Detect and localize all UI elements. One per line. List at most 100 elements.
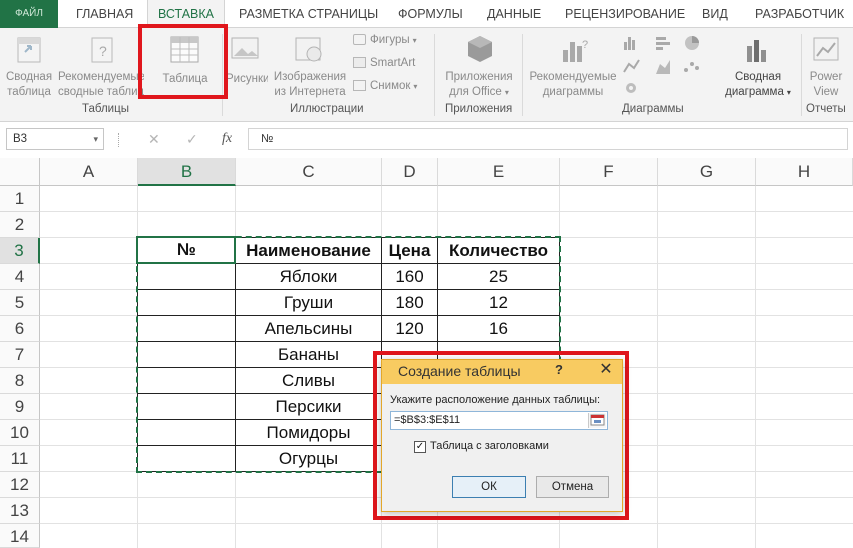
shapes-icon <box>353 34 366 46</box>
pictures-button[interactable]: Рисунки <box>226 32 268 102</box>
pivot-chart-icon <box>747 40 766 62</box>
column-header-b[interactable]: B <box>138 158 236 186</box>
row-header-1[interactable]: 1 <box>0 186 40 212</box>
dialog-prompt: Укажите расположение данных таблицы: <box>390 394 601 406</box>
column-header-e[interactable]: E <box>438 158 560 186</box>
row-header-3[interactable]: 3 <box>0 238 40 264</box>
close-icon[interactable]: ✕ <box>592 360 620 382</box>
tab-file[interactable]: ФАЙЛ <box>0 0 58 28</box>
cancel-button[interactable]: Отмена <box>536 476 609 498</box>
tab-review[interactable]: РЕЦЕНЗИРОВАНИЕ <box>565 0 685 28</box>
row-header-2[interactable]: 2 <box>0 212 40 238</box>
pictures-label: Рисунки <box>226 73 268 85</box>
group-label-apps: Приложения <box>445 103 513 115</box>
formula-bar: B3 ▾ ✕ ✓ fx № <box>0 125 853 155</box>
row-header-8[interactable]: 8 <box>0 368 40 394</box>
range-input[interactable]: =$B$3:$E$11 <box>390 411 608 430</box>
tab-home[interactable]: ГЛАВНАЯ <box>76 0 133 28</box>
column-header-d[interactable]: D <box>382 158 438 186</box>
row-header-13[interactable]: 13 <box>0 498 40 524</box>
line-chart-icon <box>623 59 640 73</box>
power-view-icon <box>813 37 839 61</box>
dialog-title: Создание таблицы <box>398 363 521 379</box>
column-header-g[interactable]: G <box>658 158 756 186</box>
column-header-f[interactable]: F <box>560 158 658 186</box>
row-header-4[interactable]: 4 <box>0 264 40 290</box>
name-box[interactable]: B3 ▾ <box>6 128 104 150</box>
column-chart-icon <box>624 37 635 50</box>
collapse-dialog-icon[interactable] <box>588 413 606 428</box>
screenshot-button[interactable]: Снимок ▾ <box>353 80 417 92</box>
ok-button[interactable]: ОК <box>452 476 526 498</box>
group-label-reports: Отчеты <box>806 103 846 115</box>
insert-function-icon[interactable]: fx <box>222 131 232 147</box>
scatter-chart-icon <box>684 62 699 72</box>
recommended-pivot-label: Рекомендуемые сводные таблицы <box>58 71 144 98</box>
shapes-button[interactable]: Фигуры ▾ <box>353 34 417 46</box>
row-header-11[interactable]: 11 <box>0 446 40 472</box>
row-header-6[interactable]: 6 <box>0 316 40 342</box>
enter-entry-icon[interactable]: ✓ <box>186 131 198 148</box>
table-button-highlight <box>138 24 228 99</box>
select-all-corner[interactable] <box>0 158 40 186</box>
picture-icon <box>231 37 259 59</box>
group-label-charts: Диаграммы <box>622 103 684 115</box>
ribbon-insert-panel: Сводная таблица ? Рекомендуемые сводные та… <box>0 28 853 122</box>
row-header-14[interactable]: 14 <box>0 524 40 548</box>
tab-formulas[interactable]: ФОРМУЛЫ <box>398 0 463 28</box>
other-chart-icon <box>626 83 636 93</box>
row-header-5[interactable]: 5 <box>0 290 40 316</box>
cancel-entry-icon[interactable]: ✕ <box>148 131 160 148</box>
has-headers-label: Таблица с заголовками <box>430 440 549 452</box>
power-view-label: Power View <box>809 71 843 98</box>
ribbon-tab-bar: ФАЙЛ ГЛАВНАЯ ВСТАВКА РАЗМЕТКА СТРАНИЦЫ Ф… <box>0 0 853 29</box>
online-pictures-button[interactable]: Изображения из Интернета <box>270 32 350 102</box>
area-chart-icon <box>656 60 670 74</box>
online-pictures-label: Изображения из Интернета <box>273 71 347 98</box>
gridline <box>40 523 853 524</box>
dialog-title-bar[interactable]: Создание таблицы ? ✕ <box>382 360 622 384</box>
active-cell <box>136 236 236 264</box>
apps-store-icon <box>468 36 492 62</box>
tab-view[interactable]: ВИД <box>702 0 728 28</box>
recommended-charts-button[interactable]: ? Рекомендуемые диаграммы <box>526 32 620 102</box>
formula-input[interactable]: № <box>248 128 848 150</box>
pivot-chart-label: Сводная диаграмма ▾ <box>725 71 791 98</box>
chevron-down-icon: ▾ <box>786 88 791 97</box>
help-icon[interactable]: ? <box>555 362 563 377</box>
row-header-9[interactable]: 9 <box>0 394 40 420</box>
group-label-tables: Таблицы <box>82 103 129 115</box>
smartart-button[interactable]: SmartArt <box>353 57 415 69</box>
recommended-pivot-tables-button[interactable]: ? Рекомендуемые сводные таблицы <box>58 32 144 102</box>
column-header-c[interactable]: C <box>236 158 382 186</box>
group-separator <box>522 34 523 116</box>
chevron-down-icon: ▾ <box>413 82 418 91</box>
column-header-h[interactable]: H <box>756 158 853 186</box>
row-header-12[interactable]: 12 <box>0 472 40 498</box>
recommended-pivot-icon: ? <box>91 37 113 63</box>
column-header-a[interactable]: A <box>40 158 138 186</box>
tab-data[interactable]: ДАННЫЕ <box>487 0 541 28</box>
chart-type-icons <box>623 36 699 93</box>
svg-text:?: ? <box>582 39 588 51</box>
svg-text:?: ? <box>99 43 107 59</box>
apps-for-office-button[interactable]: Приложения для Office ▾ <box>440 32 518 102</box>
power-view-button[interactable]: Power View <box>803 32 849 102</box>
chevron-down-icon: ▾ <box>412 36 417 45</box>
chevron-down-icon[interactable]: ▾ <box>93 129 98 149</box>
pivot-table-button[interactable]: Сводная таблица <box>4 32 54 102</box>
online-picture-icon <box>295 37 322 62</box>
pivot-table-icon <box>17 37 41 63</box>
tab-page-layout[interactable]: РАЗМЕТКА СТРАНИЦЫ <box>239 0 378 28</box>
group-label-illustrations: Иллюстрации <box>290 103 364 115</box>
tab-developer[interactable]: РАЗРАБОТЧИК <box>755 0 844 28</box>
has-headers-checkbox[interactable]: ✓ <box>414 441 426 453</box>
row-header-7[interactable]: 7 <box>0 342 40 368</box>
create-table-dialog: Создание таблицы ? ✕ Укажите расположени… <box>381 359 623 512</box>
formula-bar-divider <box>118 133 119 147</box>
pivot-chart-button[interactable]: Сводная диаграмма ▾ <box>718 32 798 102</box>
pivot-table-label: Сводная таблица <box>5 71 53 98</box>
smartart-icon <box>353 57 366 69</box>
row-header-10[interactable]: 10 <box>0 420 40 446</box>
gridline <box>40 211 853 212</box>
